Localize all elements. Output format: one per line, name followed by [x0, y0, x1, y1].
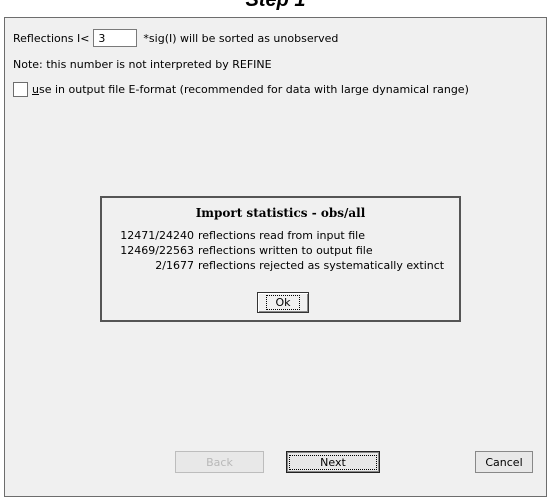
stat-row: 2/1677 reflections rejected as systemati… — [114, 258, 444, 273]
e-format-checkbox[interactable] — [13, 82, 28, 97]
e-format-label[interactable]: use in output file E-format (recommended… — [32, 83, 469, 96]
reflections-suffix-label: *sig(I) will be sorted as unobserved — [143, 31, 339, 45]
cancel-button[interactable]: Cancel — [475, 451, 533, 473]
stat-text: reflections rejected as systematically e… — [198, 259, 445, 272]
import-statistics-dialog: Import statistics - obs/all 12471/24240 … — [100, 196, 461, 322]
wizard-panel: Reflections I< *sig(I) will be sorted as… — [4, 17, 547, 497]
next-button[interactable]: Next — [286, 451, 380, 473]
stat-value: 2/1677 — [155, 259, 194, 272]
stat-value: 12471/24240 — [120, 229, 194, 242]
stats-list: 12471/24240 reflections read from input … — [114, 228, 444, 273]
back-button: Back — [175, 451, 264, 473]
dialog-title: Import statistics - obs/all — [195, 206, 366, 220]
back-button-label: Back — [206, 455, 233, 469]
stat-text: reflections read from input file — [198, 229, 365, 242]
e-format-mnemonic: u — [32, 83, 39, 96]
stat-value: 12469/22563 — [120, 244, 194, 257]
ok-button[interactable]: Ok — [257, 292, 309, 313]
next-button-label: Next — [289, 454, 377, 470]
sigma-threshold-input[interactable] — [93, 29, 138, 47]
reflections-threshold-row: Reflections I< *sig(I) will be sorted as… — [13, 28, 338, 48]
e-format-option[interactable]: use in output file E-format (recommended… — [13, 82, 469, 97]
stat-text: reflections written to output file — [198, 244, 373, 257]
stat-row: 12469/22563 reflections written to outpu… — [114, 243, 444, 258]
refine-note: Note: this number is not interpreted by … — [13, 58, 272, 71]
step-title: Step 1 — [245, 0, 306, 11]
ok-button-label: Ok — [266, 295, 300, 310]
e-format-label-text: se in output file E-format (recommended … — [38, 83, 469, 96]
stat-row: 12471/24240 reflections read from input … — [114, 228, 444, 243]
reflections-prefix-label: Reflections I< — [13, 31, 90, 45]
cancel-button-label: Cancel — [485, 455, 523, 469]
